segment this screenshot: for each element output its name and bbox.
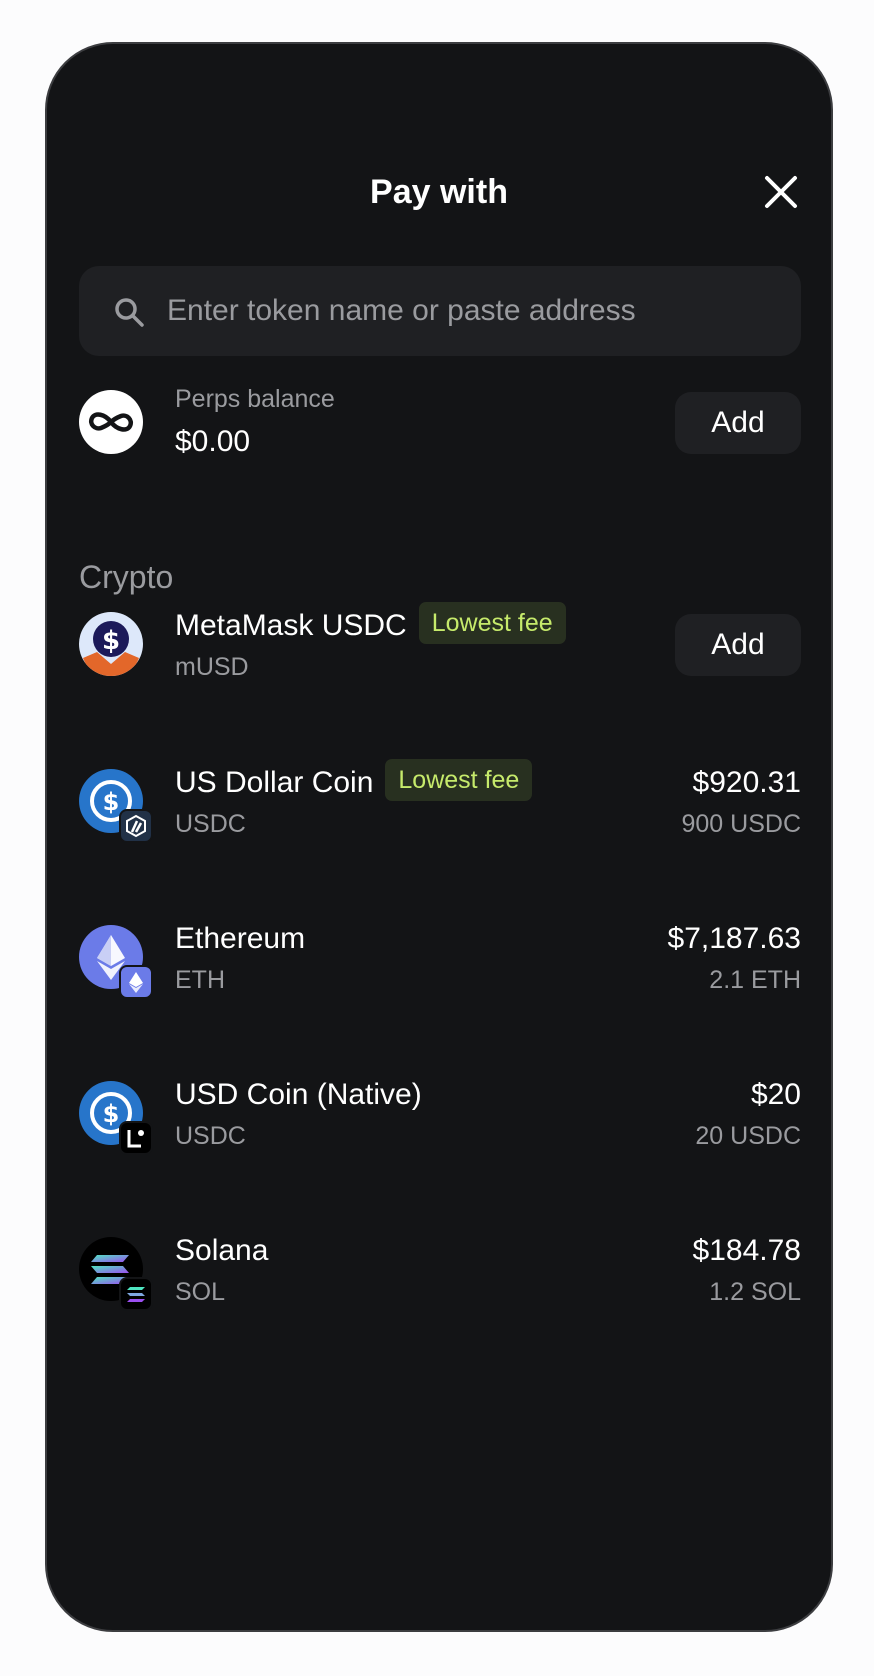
ethereum-icon bbox=[79, 925, 153, 999]
token-fiat-value: $184.78 bbox=[692, 1234, 801, 1267]
usdc-icon: $ bbox=[79, 1081, 153, 1155]
token-symbol: USDC bbox=[175, 1122, 246, 1150]
token-amount: 20 USDC bbox=[695, 1122, 801, 1150]
token-amount: 2.1 ETH bbox=[709, 966, 801, 994]
token-amount: 900 USDC bbox=[681, 810, 802, 838]
solana-network-icon bbox=[119, 1277, 153, 1311]
token-name: US Dollar Coin Lowest fee bbox=[175, 759, 533, 801]
token-row-sol[interactable]: Solana SOL $184.78 1.2 SOL bbox=[79, 1219, 801, 1319]
svg-text:$: $ bbox=[103, 788, 120, 816]
token-fiat-value: $920.31 bbox=[692, 766, 801, 799]
token-row-eth[interactable]: Ethereum ETH $7,187.63 2.1 ETH bbox=[79, 907, 801, 1007]
pay-with-sheet: Pay with Perps balance $0.00 Add Crypto bbox=[45, 42, 833, 1632]
musd-add-button[interactable]: Add bbox=[675, 614, 801, 676]
usdc-icon: $ bbox=[79, 769, 153, 843]
lowest-fee-badge: Lowest fee bbox=[385, 759, 533, 801]
token-fiat-value: $7,187.63 bbox=[667, 922, 801, 955]
token-amount: 1.2 SOL bbox=[709, 1278, 801, 1306]
ethereum-network-icon bbox=[119, 965, 153, 999]
token-fiat-value: $20 bbox=[750, 1078, 801, 1111]
token-name: Ethereum bbox=[175, 922, 306, 955]
perps-infinity-icon bbox=[79, 390, 143, 454]
token-name: Solana bbox=[175, 1234, 269, 1267]
token-row-usdc-arbitrum[interactable]: $ US Dollar Coin Lowest fee USDC $920.31 … bbox=[79, 751, 801, 851]
token-row-musd[interactable]: $ MetaMask USDC Lowest fee mUSD Add bbox=[79, 594, 801, 694]
token-name: MetaMask USDC Lowest fee bbox=[175, 602, 566, 644]
token-name: USD Coin (Native) bbox=[175, 1078, 422, 1111]
metamask-usd-icon: $ bbox=[79, 612, 143, 676]
token-row-usdc-linea[interactable]: $ USD Coin (Native) USDC $20 20 USDC bbox=[79, 1063, 801, 1163]
svg-text:$: $ bbox=[102, 626, 120, 656]
token-symbol: ETH bbox=[175, 966, 225, 994]
token-symbol: SOL bbox=[175, 1278, 226, 1306]
arbitrum-network-icon bbox=[119, 809, 153, 843]
search-bar bbox=[79, 266, 801, 356]
perps-add-button[interactable]: Add bbox=[675, 392, 801, 454]
perps-balance-row: Perps balance $0.00 Add bbox=[79, 372, 801, 472]
linea-network-icon bbox=[119, 1121, 153, 1155]
svg-text:$: $ bbox=[103, 1100, 120, 1128]
search-input[interactable] bbox=[167, 286, 767, 336]
token-symbol: mUSD bbox=[175, 653, 249, 681]
solana-icon bbox=[79, 1237, 153, 1311]
page-title: Pay with bbox=[370, 173, 508, 211]
search-icon bbox=[115, 298, 144, 327]
perps-balance-value: $0.00 bbox=[175, 425, 251, 458]
close-icon[interactable] bbox=[759, 170, 803, 214]
token-symbol: USDC bbox=[175, 810, 246, 838]
section-title-crypto: Crypto bbox=[79, 559, 174, 595]
lowest-fee-badge: Lowest fee bbox=[418, 602, 566, 644]
perps-balance-label: Perps balance bbox=[175, 385, 335, 413]
